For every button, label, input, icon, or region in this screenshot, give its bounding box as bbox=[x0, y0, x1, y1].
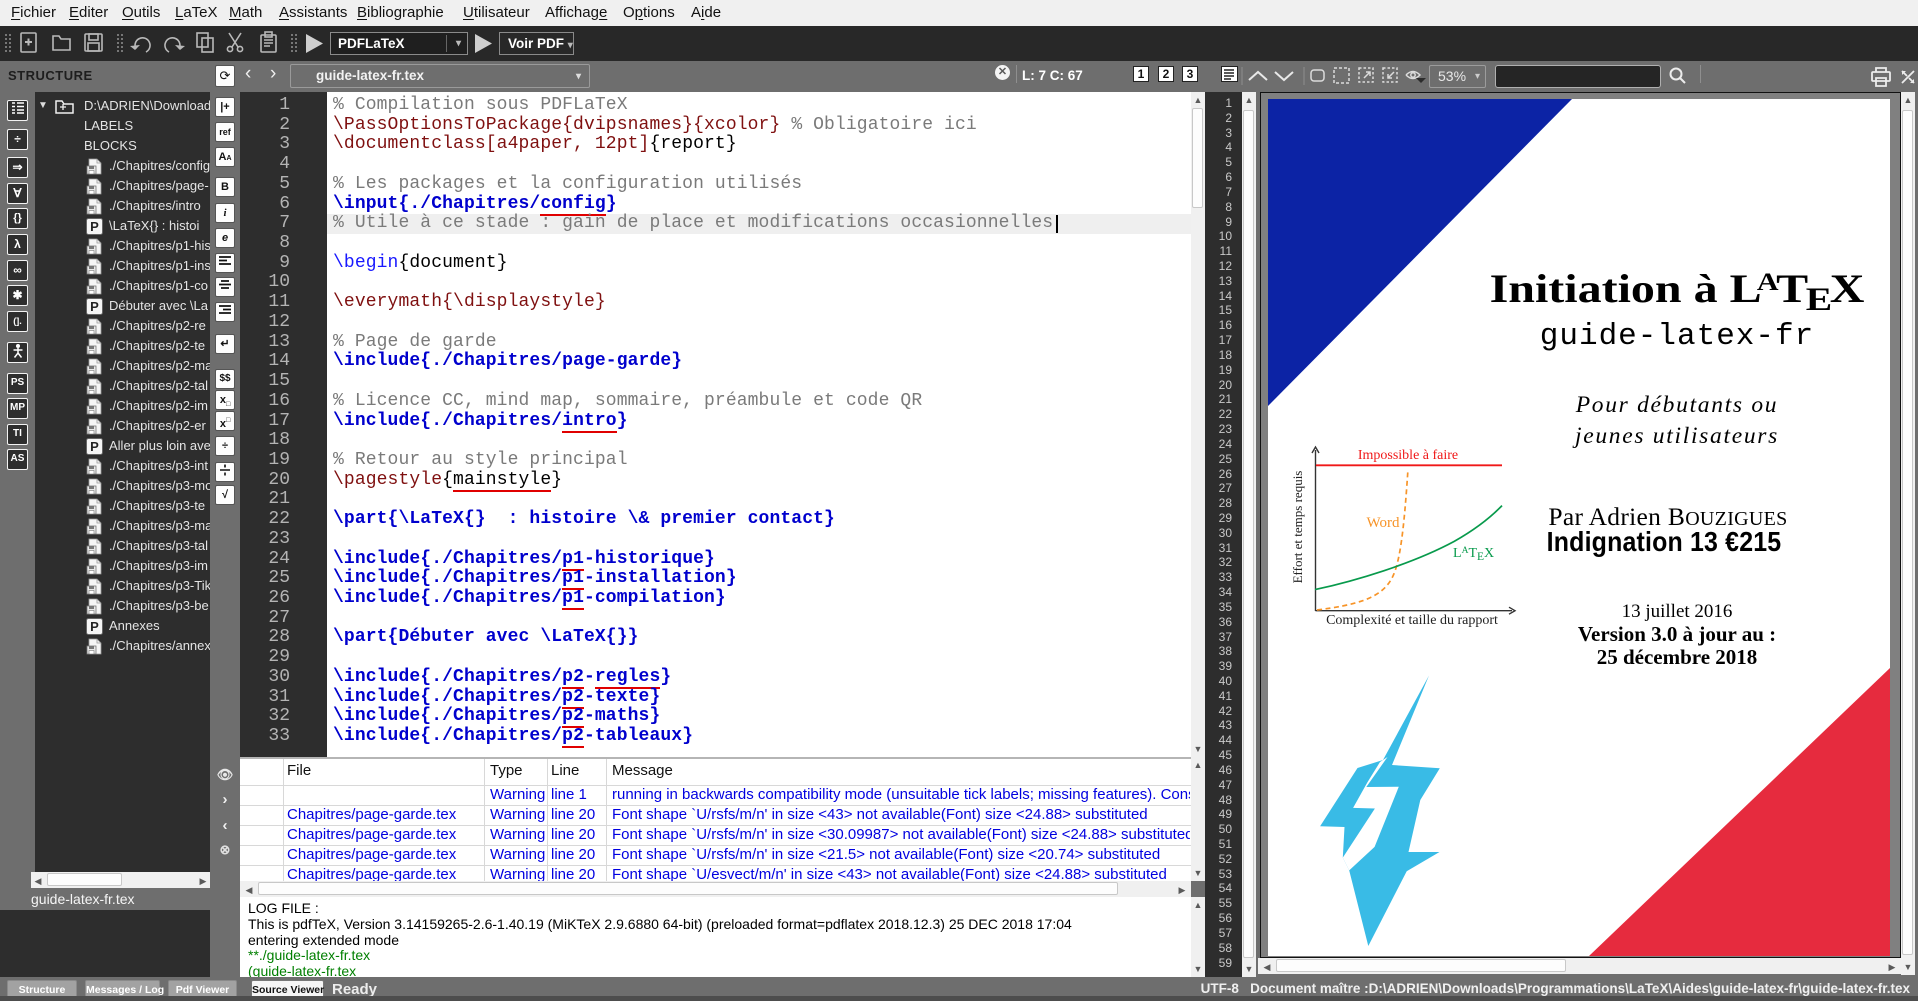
svg-text:P: P bbox=[90, 439, 99, 454]
svg-text:Complexité et taille du rappor: Complexité et taille du rapport bbox=[1326, 613, 1498, 628]
svg-text:Impossible à faire: Impossible à faire bbox=[1358, 448, 1458, 463]
svg-text:Word: Word bbox=[1367, 515, 1400, 531]
svg-text:P: P bbox=[90, 219, 99, 234]
svg-text:Effort et temps requis: Effort et temps requis bbox=[1290, 471, 1305, 584]
svg-text:P: P bbox=[90, 299, 99, 314]
svg-text:P: P bbox=[90, 619, 99, 634]
svg-text:LATEX: LATEX bbox=[1453, 546, 1494, 563]
